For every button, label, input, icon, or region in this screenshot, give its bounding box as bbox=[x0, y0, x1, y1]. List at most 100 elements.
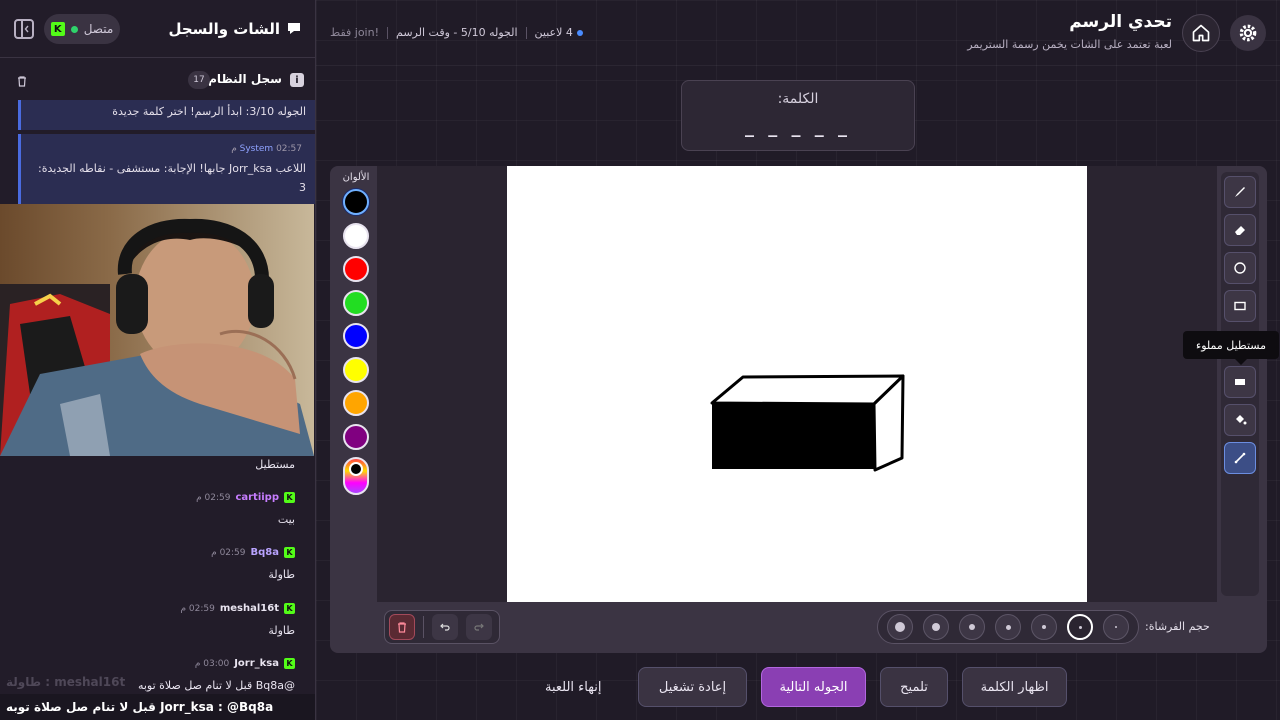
tool-eraser[interactable] bbox=[1224, 214, 1256, 246]
online-label: متصل bbox=[83, 22, 114, 36]
divider bbox=[387, 26, 389, 39]
collapse-panel-button[interactable] bbox=[14, 19, 34, 39]
brush-size-option[interactable] bbox=[1031, 614, 1057, 640]
kick-icon: K bbox=[284, 547, 295, 558]
join-hint: !join فقط bbox=[330, 26, 380, 39]
system-message-text: اللاعب Jorr_ksa جابها! الإجابة: مستشفى -… bbox=[38, 162, 306, 194]
kick-icon: K bbox=[284, 492, 295, 503]
tool-line[interactable] bbox=[1224, 442, 1256, 474]
word-label: الكلمة: bbox=[777, 91, 819, 107]
home-button[interactable] bbox=[1182, 14, 1220, 52]
gear-icon bbox=[1239, 24, 1257, 42]
kick-icon: K bbox=[50, 22, 65, 36]
chat-message-meta: K Bq8a 02:59 م bbox=[211, 547, 295, 558]
hint-button[interactable]: تلميح bbox=[880, 667, 948, 707]
chat-time: 02:59 م bbox=[211, 547, 246, 558]
end-game-button[interactable]: إنهاء اللعبة bbox=[545, 680, 601, 695]
reveal-word-button[interactable]: اظهار الكلمة bbox=[962, 667, 1067, 707]
brush-size-option[interactable] bbox=[923, 614, 949, 640]
color-swatch[interactable] bbox=[343, 390, 369, 416]
chat-message-meta: Kcartiipp 02:59 م bbox=[196, 492, 295, 503]
chat-username[interactable]: cartiipp bbox=[235, 492, 279, 503]
settings-button[interactable] bbox=[1230, 15, 1266, 51]
board-area bbox=[377, 166, 1217, 602]
clear-log-button[interactable] bbox=[16, 72, 28, 91]
colors-label: الألوان bbox=[342, 172, 370, 183]
color-swatch[interactable] bbox=[343, 423, 369, 450]
brush-dot-icon bbox=[932, 623, 940, 631]
online-status: K متصل bbox=[44, 14, 120, 44]
ticker-message: Jorr_ksa : @Bq8a قبل لا تنام صل صلاة توب… bbox=[6, 700, 274, 714]
tool-brush[interactable] bbox=[1224, 176, 1256, 208]
drawing-rectangle-box bbox=[710, 374, 905, 472]
undo-button[interactable] bbox=[432, 614, 458, 640]
brush-dot-icon bbox=[1078, 625, 1082, 629]
chat-username[interactable]: Jorr_ksa bbox=[234, 658, 279, 669]
redo-button[interactable] bbox=[466, 614, 492, 640]
system-sender: System bbox=[239, 144, 274, 154]
line-icon bbox=[1234, 452, 1246, 464]
chat-username[interactable]: Bq8a bbox=[251, 547, 280, 558]
webcam-video bbox=[0, 204, 314, 456]
custom-color-picker[interactable] bbox=[343, 457, 369, 495]
brush-dot-icon bbox=[895, 622, 905, 632]
brush-size-option[interactable] bbox=[995, 614, 1021, 640]
eraser-icon bbox=[1235, 226, 1245, 235]
game-status: 4 لاعبين الجوله 5/10 - وقت الرسم !join ف… bbox=[330, 26, 583, 39]
online-dot-icon bbox=[70, 25, 78, 33]
color-swatch[interactable] bbox=[343, 356, 369, 383]
tool-bar bbox=[1221, 172, 1259, 596]
chat-time: 02:59 م bbox=[180, 603, 215, 614]
webcam-overlay bbox=[0, 204, 314, 456]
players-dot-icon bbox=[576, 30, 583, 36]
chat-username[interactable]: meshal16t bbox=[220, 603, 279, 614]
restart-button[interactable]: إعادة تشغيل bbox=[638, 667, 747, 707]
app-title: تحدي الرسم bbox=[1069, 12, 1172, 32]
color-swatch[interactable] bbox=[343, 256, 369, 282]
tool-filled-rectangle[interactable] bbox=[1224, 366, 1256, 398]
brush-size-option[interactable] bbox=[959, 614, 985, 640]
kick-icon: K bbox=[284, 658, 295, 669]
chat-message-text: طاولة bbox=[268, 568, 295, 581]
chat-message-meta: K Jorr_ksa 03:00 م bbox=[195, 658, 295, 669]
color-swatch[interactable] bbox=[343, 289, 369, 316]
chat-time: 03:00 م bbox=[194, 658, 230, 669]
chat-message-text: طاولة bbox=[268, 624, 295, 637]
undo-icon bbox=[440, 623, 450, 631]
divider bbox=[423, 616, 424, 638]
brush-icon bbox=[1235, 187, 1245, 197]
chat-message-meta: Kmeshal16t 02:59 م bbox=[180, 603, 295, 614]
chat-message-text: بيت bbox=[277, 513, 295, 526]
players-count: 4 لاعبين bbox=[535, 26, 583, 39]
kick-icon: K bbox=[284, 603, 295, 614]
brush-size-label: حجم الفرشاة: bbox=[1145, 620, 1210, 633]
tool-circle[interactable] bbox=[1224, 252, 1256, 284]
tool-fill-bucket[interactable] bbox=[1224, 404, 1256, 436]
tool-rectangle[interactable] bbox=[1224, 290, 1256, 322]
color-swatch[interactable] bbox=[343, 323, 369, 349]
trash-icon bbox=[18, 76, 26, 87]
chat-time: 02:59 م bbox=[196, 492, 231, 503]
clear-canvas-button[interactable] bbox=[389, 614, 415, 640]
system-log-count: 17 bbox=[188, 71, 210, 89]
canvas-actions bbox=[384, 610, 500, 644]
rectangle-icon bbox=[1234, 301, 1246, 311]
brush-dot-icon bbox=[1115, 626, 1117, 628]
color-swatch[interactable] bbox=[343, 189, 369, 215]
system-message-text: الجوله 3/10: ابدأ الرسم! اختر كلمة جديدة bbox=[112, 105, 306, 118]
brush-size-option[interactable] bbox=[1103, 614, 1129, 640]
canvas-panel: الألوان حجم الفرشاة: bbox=[330, 166, 1267, 653]
brush-size-option[interactable] bbox=[887, 614, 913, 640]
current-color-icon bbox=[349, 462, 363, 476]
app-subtitle: لعبة تعتمد على الشات يخمن رسمة الستريمر bbox=[967, 38, 1172, 51]
chat-icon bbox=[286, 20, 302, 40]
system-message-meta: System 02:57 م bbox=[31, 140, 306, 159]
word-mask: _ _ _ _ _ bbox=[744, 117, 852, 138]
drawing-canvas[interactable] bbox=[507, 166, 1087, 602]
home-icon bbox=[1192, 24, 1210, 42]
next-round-button[interactable]: الجوله التالية bbox=[761, 667, 866, 707]
trash-icon bbox=[398, 622, 406, 633]
brush-size-option[interactable] bbox=[1067, 614, 1093, 640]
color-palette: الألوان bbox=[336, 172, 376, 495]
color-swatch[interactable] bbox=[343, 222, 369, 249]
